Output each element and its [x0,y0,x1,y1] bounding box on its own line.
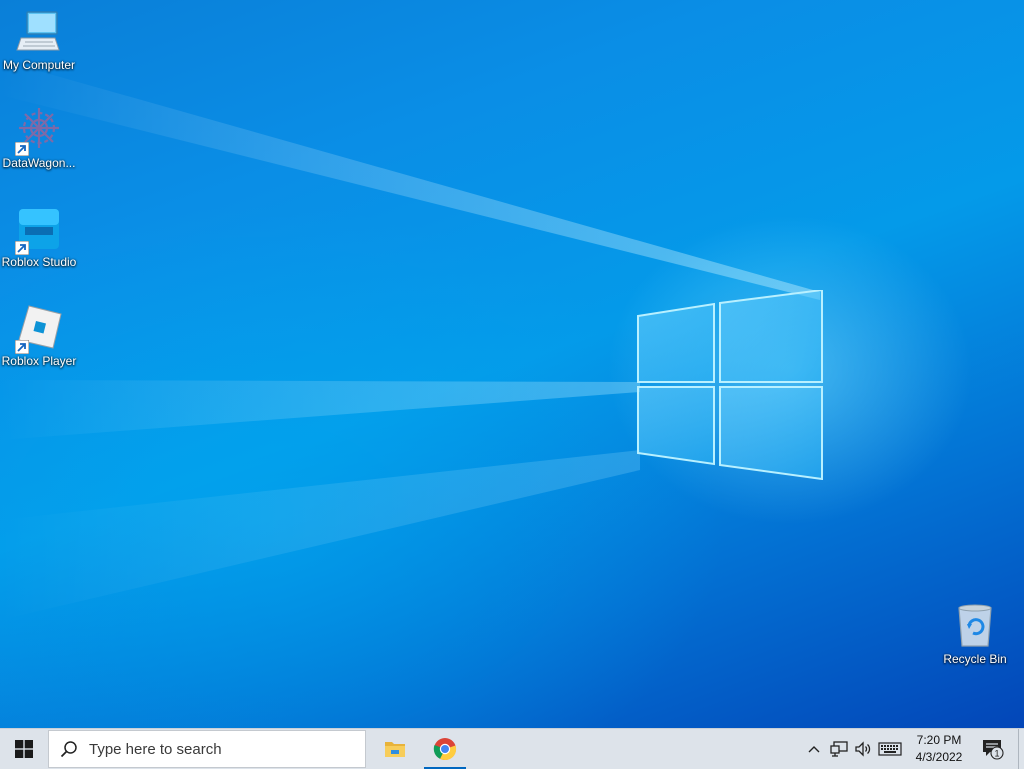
desktop-icon-roblox-studio[interactable]: Roblox Studio [0,205,78,269]
windows-start-icon [15,740,33,758]
computer-icon [15,8,63,56]
file-explorer-icon [385,742,405,757]
desktop-icon-roblox-player[interactable]: Roblox Player [0,304,78,368]
taskbar-clock[interactable]: 7:20 PM 4/3/2022 [904,732,974,766]
taskbar-search-box[interactable]: Type here to search [48,730,366,768]
notification-count: 1 [994,749,999,759]
shortcut-arrow-icon [15,142,29,156]
desktop-icon-label: Recycle Bin [943,652,1007,666]
desktop-icon-recycle-bin[interactable]: Recycle Bin [936,602,1014,666]
volume-icon [855,741,871,757]
roblox-studio-icon [15,205,63,255]
desktop-icon-datawagon[interactable]: DataWagon... [0,106,78,170]
chevron-up-icon [808,746,820,753]
clock-date: 4/3/2022 [915,750,963,764]
shortcut-arrow-icon [15,340,29,354]
taskbar: Type here to search 7:20 PM 4/3/2022 1 [0,728,1024,769]
desktop-icon-label: My Computer [2,58,76,72]
notification-icon: 1 [983,740,1004,760]
wallpaper-light-beams [0,60,820,620]
desktop-icon-label: DataWagon... [2,156,76,170]
roblox-player-icon [15,304,63,354]
keyboard-icon [878,742,902,756]
taskbar-file-explorer-button[interactable] [374,729,416,769]
search-icon [60,741,77,758]
search-placeholder: Type here to search [89,740,222,758]
action-center-button[interactable]: 1 [978,729,1008,769]
recycle-bin-icon [951,602,999,650]
network-icon [830,741,848,757]
show-hidden-icons-button[interactable] [804,729,824,769]
desktop-icon-label: Roblox Player [1,354,77,368]
chrome-icon [433,738,457,761]
shortcut-arrow-icon [15,241,29,255]
windows-logo-wallpaper [637,290,823,480]
show-desktop-button[interactable] [1018,729,1024,769]
volume-button[interactable] [852,729,874,769]
network-button[interactable] [828,729,850,769]
desktop[interactable]: My Computer DataWagon... Roblox Studio R… [0,0,1024,728]
desktop-icon-label: Roblox Studio [1,255,77,269]
desktop-icon-my-computer[interactable]: My Computer [0,8,78,72]
input-keyboard-button[interactable] [876,729,904,769]
start-button[interactable] [0,729,48,769]
datawagon-icon [15,106,63,156]
taskbar-chrome-button[interactable] [424,729,466,769]
clock-time: 7:20 PM [916,733,962,747]
